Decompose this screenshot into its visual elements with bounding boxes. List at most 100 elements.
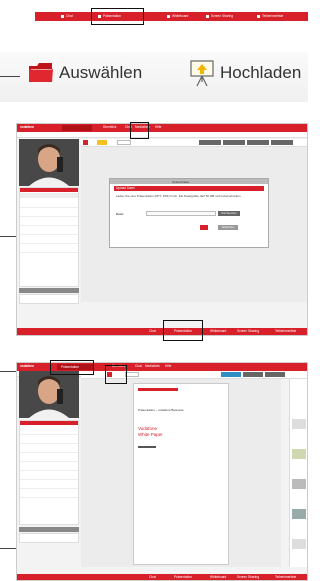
toolbar-button[interactable] [221,372,241,377]
footer-item-participants[interactable]: Teilnehmerliste [275,575,296,579]
screenshot-upload-dialog: vodafone Überblick Chat Mediathek Hilfe [16,123,308,336]
toolbar-button[interactable] [223,140,245,145]
nav-item-whiteboard-label: Whiteboard [172,14,189,19]
chat-input[interactable] [19,294,79,304]
file-input[interactable] [146,211,216,216]
nav-item-chat[interactable]: Chat [61,14,73,19]
list-item[interactable] [20,480,78,489]
toolbar-button[interactable] [243,372,263,377]
thumbnail[interactable] [292,419,306,429]
footer-item-participants[interactable]: Teilnehmerliste [275,329,296,333]
page-input[interactable] [117,140,131,145]
app-header: vodafone Überblick Chat Mediathek Hilfe [17,124,307,132]
nav-item-chat-label: Chat [66,14,73,19]
footer-item-screen-sharing[interactable]: Screen Sharing [237,329,259,333]
nav-item-screen-sharing[interactable]: Screen Sharing [206,14,233,19]
list-item[interactable] [20,462,78,471]
dialog-heading: Upload Datei [116,186,135,190]
nav-item-screen-sharing-label: Screen Sharing [211,14,233,19]
list-item[interactable] [20,208,78,217]
dialog-heading-bar: Upload Datei [114,186,264,191]
slide-link [138,446,156,448]
tab-media[interactable]: Mediathek [145,364,160,368]
file-label: Datei [116,212,124,216]
participants-header [20,421,78,425]
browse-button[interactable]: Durchsuchen [218,211,240,216]
upload-dialog: Upload Datei Upload Datei Laden Sie eine… [109,178,269,248]
chat-tabs [19,527,79,532]
highlight-presentation-footer [163,320,203,341]
list-item[interactable] [20,426,78,435]
callout-line [0,76,20,77]
select-button-label: Auswählen [59,63,143,82]
toolbar-button[interactable] [199,140,221,145]
list-item[interactable] [20,453,78,462]
list-item[interactable] [20,199,78,208]
participants-list [19,187,79,287]
callout-line [0,236,16,237]
slide-brand: Vodafone [138,426,158,431]
thumbnail[interactable] [292,539,306,549]
video-panel [19,139,79,186]
speaker-video [19,139,79,186]
brand-logo: vodafone [20,364,35,368]
footer-item-chat[interactable]: Chat [149,329,156,333]
footer-item-screen-sharing[interactable]: Screen Sharing [237,575,259,579]
slide-header [138,388,178,391]
cancel-button[interactable]: Abbrechen [218,225,238,230]
footer-item-chat[interactable]: Chat [149,575,156,579]
list-item[interactable] [20,235,78,244]
slide-title: Präsentation – vodafone Business [138,408,184,412]
callout-line [0,371,16,372]
top-feature-bar: Chat Präsentation Whiteboard Screen Shar… [35,12,308,21]
list-item[interactable] [20,471,78,480]
footer-item-whiteboard[interactable]: Whiteboard [210,575,226,579]
app-subheader [17,132,307,138]
participants-header [20,188,78,192]
list-item[interactable] [20,226,78,235]
nav-item-participants-label: Teilnehmerliste [262,14,284,19]
tab-chat[interactable]: Chat [135,364,142,368]
list-item[interactable] [20,489,78,498]
screenshot-presentation: vodafone Präsentation Überblick Chat Med… [16,362,308,581]
tab-help[interactable]: Hilfe [165,364,171,368]
upload-presentation-icon [190,60,214,87]
nav-item-whiteboard[interactable]: Whiteboard [167,14,189,19]
list-item[interactable] [20,193,78,198]
select-mini-button[interactable] [83,140,88,145]
upload-mini-button[interactable] [97,140,107,145]
toolbar-button[interactable] [265,372,285,377]
thumbnail[interactable] [292,449,306,459]
list-item[interactable] [20,244,78,253]
brand-logo: vodafone [20,125,35,129]
header-tab[interactable] [62,125,92,131]
screen-sharing-icon [206,15,209,18]
slide-page: Präsentation – vodafone Business Vodafon… [133,383,229,565]
highlight-presentation-tab [91,8,144,25]
tab-overview[interactable]: Überblick [103,125,116,129]
list-item[interactable] [20,435,78,444]
speaker-video [19,371,79,418]
page-input[interactable] [125,372,139,377]
nav-item-participants[interactable]: Teilnehmerliste [257,14,284,19]
footer-item-whiteboard[interactable]: Whiteboard [210,329,226,333]
list-item[interactable] [20,217,78,226]
video-panel [19,371,79,418]
thumbnail-strip [289,379,307,567]
dialog-title: Upload Datei [172,179,190,184]
footer-item-presentation[interactable]: Präsentation [174,575,192,579]
select-button[interactable]: Auswählen [28,58,168,88]
upload-confirm-button[interactable] [200,225,208,230]
thumbnail[interactable] [292,479,306,489]
whiteboard-icon [167,15,170,18]
highlight-presentation-tab-2 [50,360,94,375]
toolbar-button[interactable] [247,140,269,145]
thumbnail[interactable] [292,509,306,519]
upload-button[interactable]: Hochladen [190,58,308,88]
chat-tabs [19,288,79,293]
tab-help[interactable]: Hilfe [155,125,161,129]
list-item[interactable] [20,444,78,453]
toolbar-button[interactable] [271,140,293,145]
dialog-text: Laden Sie eine Präsentation (PPT, PDF) h… [116,194,242,198]
chat-input[interactable] [19,533,79,543]
